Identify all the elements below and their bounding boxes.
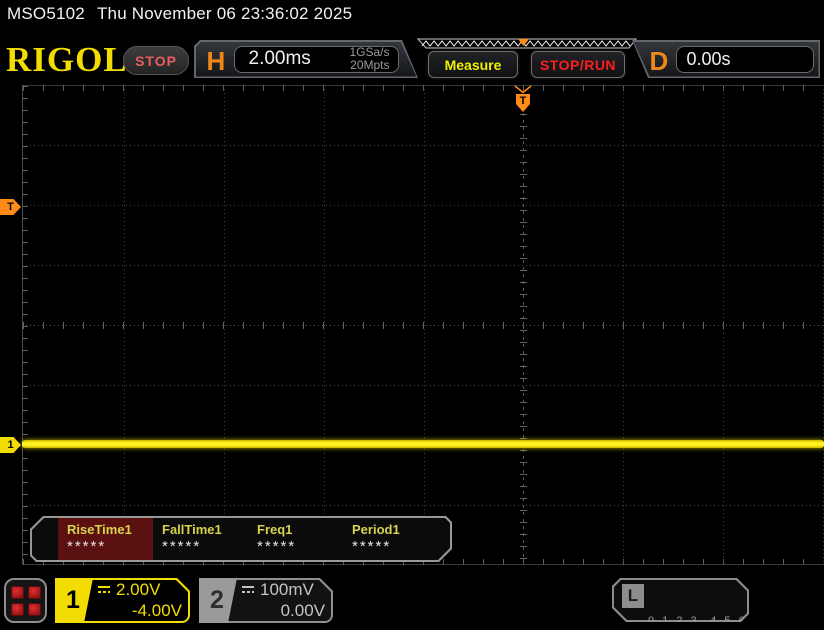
logic-label-tab: L xyxy=(622,584,644,608)
model-name: MSO5102 xyxy=(7,4,85,23)
logic-row1: 0 1 2 3 4 5 6 7 xyxy=(648,615,762,627)
delay-panel-body: D 0.00s xyxy=(633,41,819,77)
channel1-trace xyxy=(22,440,824,448)
trigger-level-marker[interactable]: T xyxy=(0,199,21,215)
measurement-value: ***** xyxy=(162,538,202,555)
channel2-block[interactable]: 2 100mV 0.00V xyxy=(199,578,333,623)
oscilloscope-screen: MSO5102 Thu November 06 23:36:02 2025 RIG… xyxy=(0,0,824,630)
channel2-scale: 100mV xyxy=(260,579,314,599)
dc-coupling-icon xyxy=(97,584,111,595)
timebase-readout[interactable]: 2.00ms 1GSa/s 20Mpts xyxy=(234,46,399,73)
graticule: T xyxy=(22,85,824,565)
measurement-item-risetime1[interactable]: RiseTime1 ***** xyxy=(58,518,153,560)
horizontal-label: H xyxy=(206,45,226,76)
app-grid-icon xyxy=(10,585,41,616)
channel1-scale: 2.00V xyxy=(116,579,161,599)
measurement-label: Period1 xyxy=(352,522,400,537)
memory-depth: 20Mpts xyxy=(350,58,390,72)
app-menu-button[interactable] xyxy=(4,578,47,623)
horizontal-timebase-panel[interactable]: H 2.00ms 1GSa/s 20Mpts xyxy=(194,40,418,78)
horizontal-panel-body: H 2.00ms 1GSa/s 20Mpts xyxy=(196,42,417,77)
delay-label: D xyxy=(649,45,669,76)
channel1-values: 2.00V -4.00V xyxy=(97,579,182,621)
measurement-item-period1[interactable]: Period1 ***** xyxy=(343,518,438,560)
measurement-value: ***** xyxy=(67,538,107,555)
acquisition-status-badge[interactable]: STOP xyxy=(123,46,189,75)
measure-button[interactable]: Measure xyxy=(428,51,518,78)
timebase-value: 2.00ms xyxy=(248,48,311,69)
measurement-item-falltime1[interactable]: FallTime1 ***** xyxy=(153,518,248,560)
measurement-label: RiseTime1 xyxy=(67,522,132,537)
channel2-values: 100mV 0.00V xyxy=(241,579,325,621)
sample-rate-readout: 1GSa/s 20Mpts xyxy=(349,46,397,72)
measurement-panel-body: RiseTime1 ***** FallTime1 ***** Freq1 **… xyxy=(32,518,450,560)
measurement-label: FallTime1 xyxy=(162,522,222,537)
measurement-panel: RiseTime1 ***** FallTime1 ***** Freq1 **… xyxy=(30,516,452,562)
measurement-value: ***** xyxy=(257,538,297,555)
dc-coupling-icon xyxy=(241,584,255,595)
measurement-value: ***** xyxy=(352,538,392,555)
trigger-position-icon: T xyxy=(514,85,532,112)
trigger-position-marker[interactable]: T xyxy=(514,85,532,113)
channel1-ground-marker[interactable]: 1 xyxy=(0,437,21,453)
grid xyxy=(22,85,824,565)
logic-analyzer-block[interactable]: L 0 1 2 3 4 5 6 7 8 9 1011 12131415 xyxy=(612,578,749,622)
channel1-block[interactable]: 1 2.00V -4.00V xyxy=(55,578,190,623)
stop-run-button[interactable]: STOP/RUN xyxy=(531,51,625,78)
svg-text:T: T xyxy=(520,95,527,107)
memory-position-strip[interactable] xyxy=(416,37,638,49)
measurement-label: Freq1 xyxy=(257,522,293,537)
titlebar: MSO5102 Thu November 06 23:36:02 2025 xyxy=(7,4,352,24)
channel1-offset: -4.00V xyxy=(131,600,182,620)
logic-channel-numbers: 0 1 2 3 4 5 6 7 8 9 1011 12131415 xyxy=(648,581,745,630)
delay-readout[interactable]: 0.00s xyxy=(675,45,814,73)
measurement-item-freq1[interactable]: Freq1 ***** xyxy=(248,518,343,560)
memory-strip-graphic xyxy=(416,38,638,49)
rigol-logo: RIGOL xyxy=(6,40,128,79)
channel2-offset: 0.00V xyxy=(280,600,325,620)
sample-rate: 1GSa/s xyxy=(349,45,390,59)
delay-value: 0.00s xyxy=(686,48,731,69)
datetime: Thu November 06 23:36:02 2025 xyxy=(96,4,353,23)
trigger-delay-panel[interactable]: D 0.00s xyxy=(632,40,820,78)
